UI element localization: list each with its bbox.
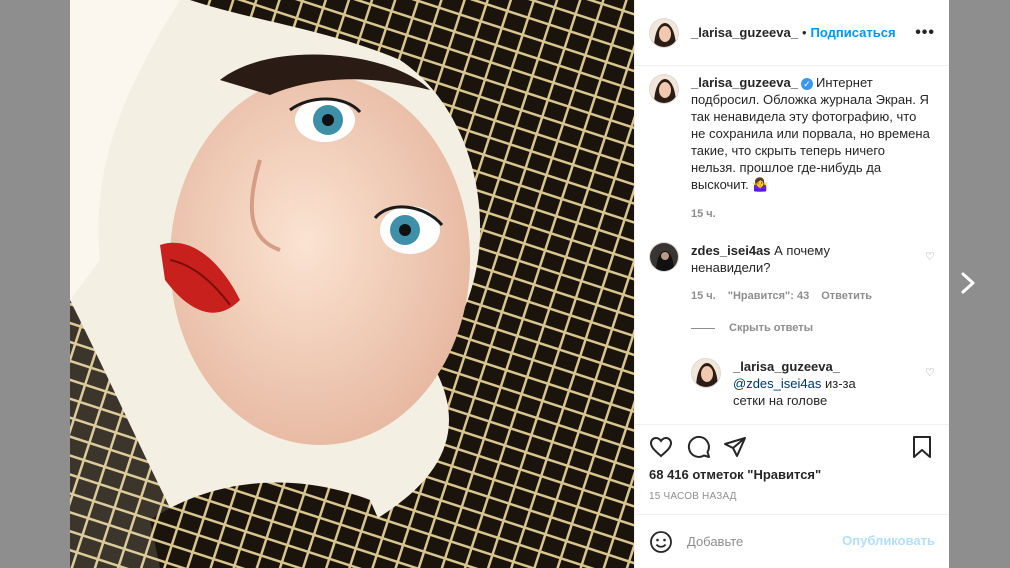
verified-badge-icon: ✓ [800, 77, 813, 90]
comment-meta: 15 ч. "Нравится": 43 Ответить [691, 290, 872, 302]
caption-time[interactable]: 15 ч. [691, 208, 716, 220]
reply-mention-link[interactable]: @zdes_isei4as [733, 376, 821, 391]
hide-replies-button[interactable]: Скрыть ответы [691, 322, 813, 334]
comment-item: zdes_isei4as А почему ненавидели? [649, 242, 939, 276]
caption-text: Интернет подбросил. Обложка журнала Экра… [691, 75, 930, 192]
comment-time[interactable]: 15 ч. [691, 290, 716, 302]
divider-line [691, 327, 715, 329]
caption-username[interactable]: _larisa_guzeeva_ [691, 75, 798, 90]
post-sidebar: _larisa_guzeeva_ • Подписаться ••• _lari… [634, 0, 949, 568]
follow-button[interactable]: Подписаться [811, 25, 896, 40]
reply-like-icon[interactable]: ♡ [925, 366, 935, 379]
share-icon[interactable] [723, 435, 747, 459]
avatar-image [692, 359, 720, 387]
comment-like-icon[interactable]: ♡ [925, 250, 935, 263]
comment-text-block: zdes_isei4as А почему ненавидели? [691, 242, 911, 276]
bookmark-icon[interactable] [911, 435, 933, 459]
emoji-icon[interactable] [649, 530, 673, 554]
comment-reply-button[interactable]: Ответить [821, 290, 872, 302]
photo-illustration [70, 0, 634, 568]
next-arrow-icon[interactable] [956, 268, 980, 298]
heart-icon[interactable] [649, 435, 673, 459]
caption-text-block: _larisa_guzeeva_ ✓ Интернет подбросил. Обл… [691, 74, 931, 193]
comment-icon[interactable] [687, 435, 711, 459]
comment-username[interactable]: zdes_isei4as [691, 243, 771, 258]
post-actions: 68 416 отметок "Нравится" 15 ЧАСОВ НАЗАД [635, 424, 949, 514]
comments-list[interactable]: _larisa_guzeeva_ ✓ Интернет подбросил. Обл… [635, 66, 949, 424]
reply-text-block: _larisa_guzeeva_ @zdes_isei4as из-за сет… [733, 358, 883, 409]
publish-button[interactable]: Опубликовать [842, 533, 935, 548]
add-comment-bar: Опубликовать [635, 514, 949, 568]
avatar-image [650, 75, 678, 103]
header-username[interactable]: _larisa_guzeeva_ [691, 25, 798, 40]
reply-item: _larisa_guzeeva_ @zdes_isei4as из-за сет… [691, 358, 931, 409]
avatar-image [650, 18, 678, 47]
hide-replies-label: Скрыть ответы [729, 322, 813, 334]
post-time-ago[interactable]: 15 ЧАСОВ НАЗАД [649, 491, 737, 502]
comment-input[interactable] [685, 533, 839, 550]
post-photo[interactable] [70, 0, 634, 568]
avatar[interactable] [649, 74, 679, 104]
separator-dot: • [801, 25, 807, 40]
comment-likes[interactable]: "Нравится": 43 [728, 290, 809, 302]
avatar[interactable] [691, 358, 721, 388]
post-header: _larisa_guzeeva_ • Подписаться ••• [635, 0, 949, 66]
reply-username[interactable]: _larisa_guzeeva_ [733, 359, 840, 374]
caption: _larisa_guzeeva_ ✓ Интернет подбросил. Обл… [649, 74, 939, 193]
more-options-icon[interactable]: ••• [915, 24, 935, 42]
avatar[interactable] [649, 242, 679, 272]
post-modal: _larisa_guzeeva_ • Подписаться ••• _lari… [70, 0, 949, 568]
avatar[interactable] [649, 17, 679, 48]
likes-count[interactable]: 68 416 отметок "Нравится" [649, 467, 821, 482]
avatar-image [650, 243, 678, 271]
